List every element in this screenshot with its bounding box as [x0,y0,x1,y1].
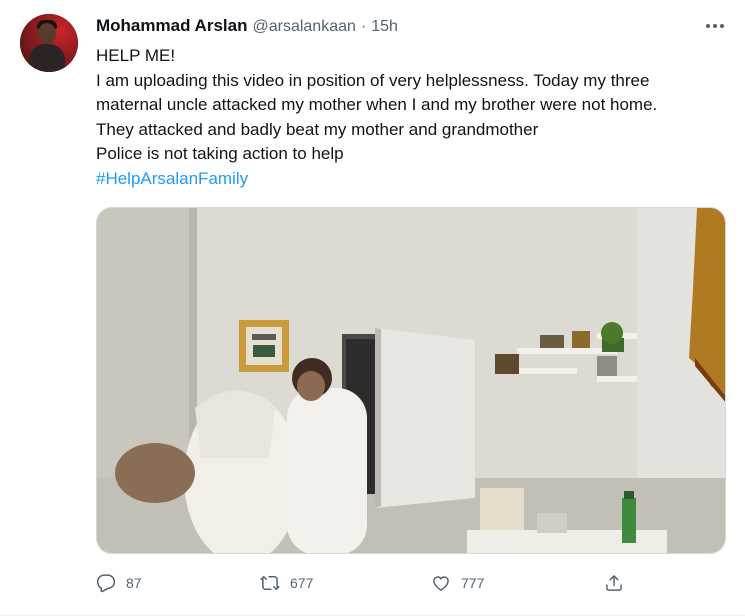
avatar-body [29,44,65,72]
more-dot [706,24,710,28]
like-button[interactable]: 777 [431,571,484,595]
video-thumbnail[interactable] [96,207,726,554]
like-count: 777 [461,575,485,591]
more-dot [720,24,724,28]
retweet-icon [260,576,280,590]
hashtag-link[interactable]: #HelpArsalanFamily [96,167,736,192]
tweet-line: I am uploading this video in position of… [96,70,650,90]
share-button[interactable] [604,571,624,595]
retweet-count: 677 [290,575,314,591]
retweet-button[interactable]: 677 [260,571,313,595]
author-name[interactable]: Mohammad Arslan [96,16,247,36]
tweet-line: Police is not taking action to help [96,144,344,163]
action-bar: 87 677 777 [96,571,636,595]
reply-button[interactable]: 87 [96,571,142,595]
avatar[interactable] [20,14,78,72]
tweet-line: HELP ME! [96,46,176,65]
more-dot [713,24,717,28]
tweet-text: HELP ME! I am uploading this video in po… [96,44,736,191]
more-dots-icon[interactable] [702,16,728,36]
reply-count: 87 [126,575,142,591]
separator-dot: · [360,18,367,35]
tweet[interactable]: Mohammad Arslan @arsalankaan · 15h HELP … [0,0,745,616]
avatar-head [38,23,56,44]
timestamp[interactable]: 15h [371,18,398,36]
share-upload-icon [606,575,622,591]
tweet-line: They attacked and badly beat my mother a… [96,119,539,139]
author-handle[interactable]: @arsalankaan [252,18,355,36]
tweet-line: maternal uncle attacked my mother when I… [96,95,658,114]
tweet-header: Mohammad Arslan @arsalankaan · 15h [96,16,398,38]
video-frame-illustration [97,208,725,553]
reply-bubble-icon [96,574,116,593]
heart-icon [433,576,449,591]
